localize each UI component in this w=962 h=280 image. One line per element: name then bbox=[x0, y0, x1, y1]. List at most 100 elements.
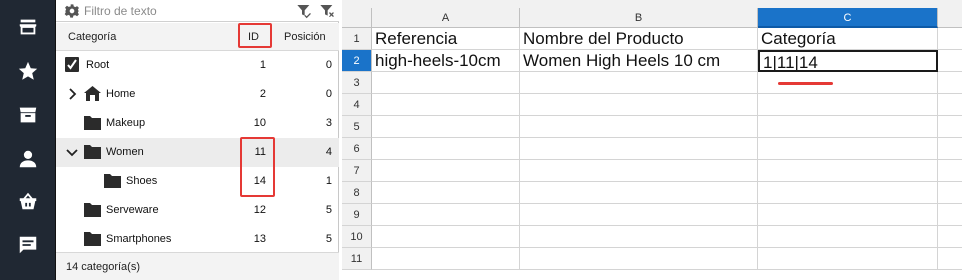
app-sidebar bbox=[0, 0, 56, 280]
row-header[interactable]: 3 bbox=[342, 72, 372, 94]
cell-c2[interactable]: 1|11|14 bbox=[758, 50, 938, 72]
cell-b9[interactable] bbox=[520, 204, 758, 226]
cell-a1[interactable]: Referencia bbox=[372, 28, 520, 50]
cell-b2[interactable]: Women High Heels 10 cm bbox=[520, 50, 758, 72]
home-icon bbox=[84, 86, 101, 101]
cell-b10[interactable] bbox=[520, 226, 758, 248]
cell-d3[interactable] bbox=[938, 72, 962, 94]
cell-a2[interactable]: high-heels-10cm bbox=[372, 50, 520, 72]
cell-c4[interactable] bbox=[758, 94, 938, 116]
filter-bar: Filtro de texto bbox=[56, 0, 339, 22]
category-name: Women bbox=[106, 146, 144, 158]
cell-d6[interactable] bbox=[938, 138, 962, 160]
column-id[interactable]: ID bbox=[248, 31, 259, 43]
cell-c1[interactable]: Categoría bbox=[758, 28, 938, 50]
row-header[interactable]: 10 bbox=[342, 226, 372, 248]
category-id: 14 bbox=[253, 175, 266, 187]
cell-d4[interactable] bbox=[938, 94, 962, 116]
cell-d10[interactable] bbox=[938, 226, 962, 248]
column-category[interactable]: Categoría bbox=[68, 31, 116, 43]
store-icon[interactable] bbox=[0, 12, 56, 42]
row-header[interactable]: 1 bbox=[342, 28, 372, 50]
filter-check-icon[interactable] bbox=[296, 3, 312, 19]
category-position: 0 bbox=[325, 88, 332, 100]
cell-c6[interactable] bbox=[758, 138, 938, 160]
cell-d7[interactable] bbox=[938, 160, 962, 182]
cell-d8[interactable] bbox=[938, 182, 962, 204]
column-header-c[interactable]: C bbox=[758, 8, 938, 28]
cell-c5[interactable] bbox=[758, 116, 938, 138]
category-row-women[interactable]: Women 11 4 bbox=[56, 138, 339, 167]
category-row-serveware[interactable]: Serveware 12 5 bbox=[56, 196, 339, 225]
column-header-d[interactable] bbox=[938, 8, 962, 28]
category-row-makeup[interactable]: Makeup 10 3 bbox=[56, 109, 339, 138]
cell-b11[interactable] bbox=[520, 248, 758, 270]
cell-b3[interactable] bbox=[520, 72, 758, 94]
row-header[interactable]: 11 bbox=[342, 248, 372, 270]
cell-d11[interactable] bbox=[938, 248, 962, 270]
category-position: 1 bbox=[325, 175, 332, 187]
column-header-b[interactable]: B bbox=[520, 8, 758, 28]
cell-a10[interactable] bbox=[372, 226, 520, 248]
cell-b6[interactable] bbox=[520, 138, 758, 160]
cell-c7[interactable] bbox=[758, 160, 938, 182]
category-row-shoes[interactable]: Shoes 14 1 bbox=[56, 167, 339, 196]
message-icon[interactable] bbox=[0, 230, 56, 260]
cell-c10[interactable] bbox=[758, 226, 938, 248]
gear-icon[interactable] bbox=[64, 3, 80, 19]
cell-a9[interactable] bbox=[372, 204, 520, 226]
cell-b7[interactable] bbox=[520, 160, 758, 182]
cell-b4[interactable] bbox=[520, 94, 758, 116]
cell-c11[interactable] bbox=[758, 248, 938, 270]
category-id: 11 bbox=[254, 146, 266, 158]
archive-icon[interactable] bbox=[0, 100, 56, 130]
cell-c8[interactable] bbox=[758, 182, 938, 204]
cell-a3[interactable] bbox=[372, 72, 520, 94]
cell-d5[interactable] bbox=[938, 116, 962, 138]
cell-b8[interactable] bbox=[520, 182, 758, 204]
cell-a11[interactable] bbox=[372, 248, 520, 270]
row-header[interactable]: 7 bbox=[342, 160, 372, 182]
user-icon[interactable] bbox=[0, 144, 56, 174]
row-header[interactable]: 5 bbox=[342, 116, 372, 138]
folder-icon bbox=[84, 231, 101, 246]
row-header[interactable]: 9 bbox=[342, 204, 372, 226]
category-value-underline bbox=[778, 82, 833, 85]
cell-d2[interactable] bbox=[938, 50, 962, 72]
category-row-root[interactable]: Root 1 0 bbox=[56, 51, 339, 80]
column-header-a[interactable]: A bbox=[372, 8, 520, 28]
chevron-down-icon[interactable] bbox=[66, 146, 78, 158]
cell-a6[interactable] bbox=[372, 138, 520, 160]
cell-c9[interactable] bbox=[758, 204, 938, 226]
column-position[interactable]: Posición bbox=[284, 31, 326, 43]
row-header[interactable]: 4 bbox=[342, 94, 372, 116]
filter-clear-icon[interactable] bbox=[319, 3, 335, 19]
category-position: 5 bbox=[325, 204, 332, 216]
row-header[interactable]: 6 bbox=[342, 138, 372, 160]
basket-icon[interactable] bbox=[0, 186, 56, 216]
cell-d1[interactable] bbox=[938, 28, 962, 50]
row-header[interactable]: 2 bbox=[342, 50, 372, 72]
cell-d9[interactable] bbox=[938, 204, 962, 226]
category-name: Smartphones bbox=[106, 233, 172, 245]
cell-a4[interactable] bbox=[372, 94, 520, 116]
category-id: 12 bbox=[253, 204, 266, 216]
category-position: 0 bbox=[325, 59, 332, 71]
cell-a5[interactable] bbox=[372, 116, 520, 138]
category-id: 10 bbox=[253, 117, 266, 129]
cell-b5[interactable] bbox=[520, 116, 758, 138]
filter-input[interactable]: Filtro de texto bbox=[84, 4, 157, 18]
chevron-right-icon[interactable] bbox=[66, 88, 78, 100]
category-panel: Filtro de texto Categoría ID Posición Ro… bbox=[56, 0, 339, 280]
category-count: 14 categoría(s) bbox=[56, 252, 339, 280]
category-row-home[interactable]: Home 2 0 bbox=[56, 80, 339, 109]
star-icon[interactable] bbox=[0, 56, 56, 86]
cell-a8[interactable] bbox=[372, 182, 520, 204]
cell-a7[interactable] bbox=[372, 160, 520, 182]
folder-icon bbox=[84, 202, 101, 217]
row-header[interactable]: 8 bbox=[342, 182, 372, 204]
category-row-smartphones[interactable]: Smartphones 13 5 bbox=[56, 225, 339, 254]
select-all-corner[interactable] bbox=[342, 8, 372, 28]
cell-b1[interactable]: Nombre del Producto bbox=[520, 28, 758, 50]
root-check-icon bbox=[64, 57, 81, 72]
